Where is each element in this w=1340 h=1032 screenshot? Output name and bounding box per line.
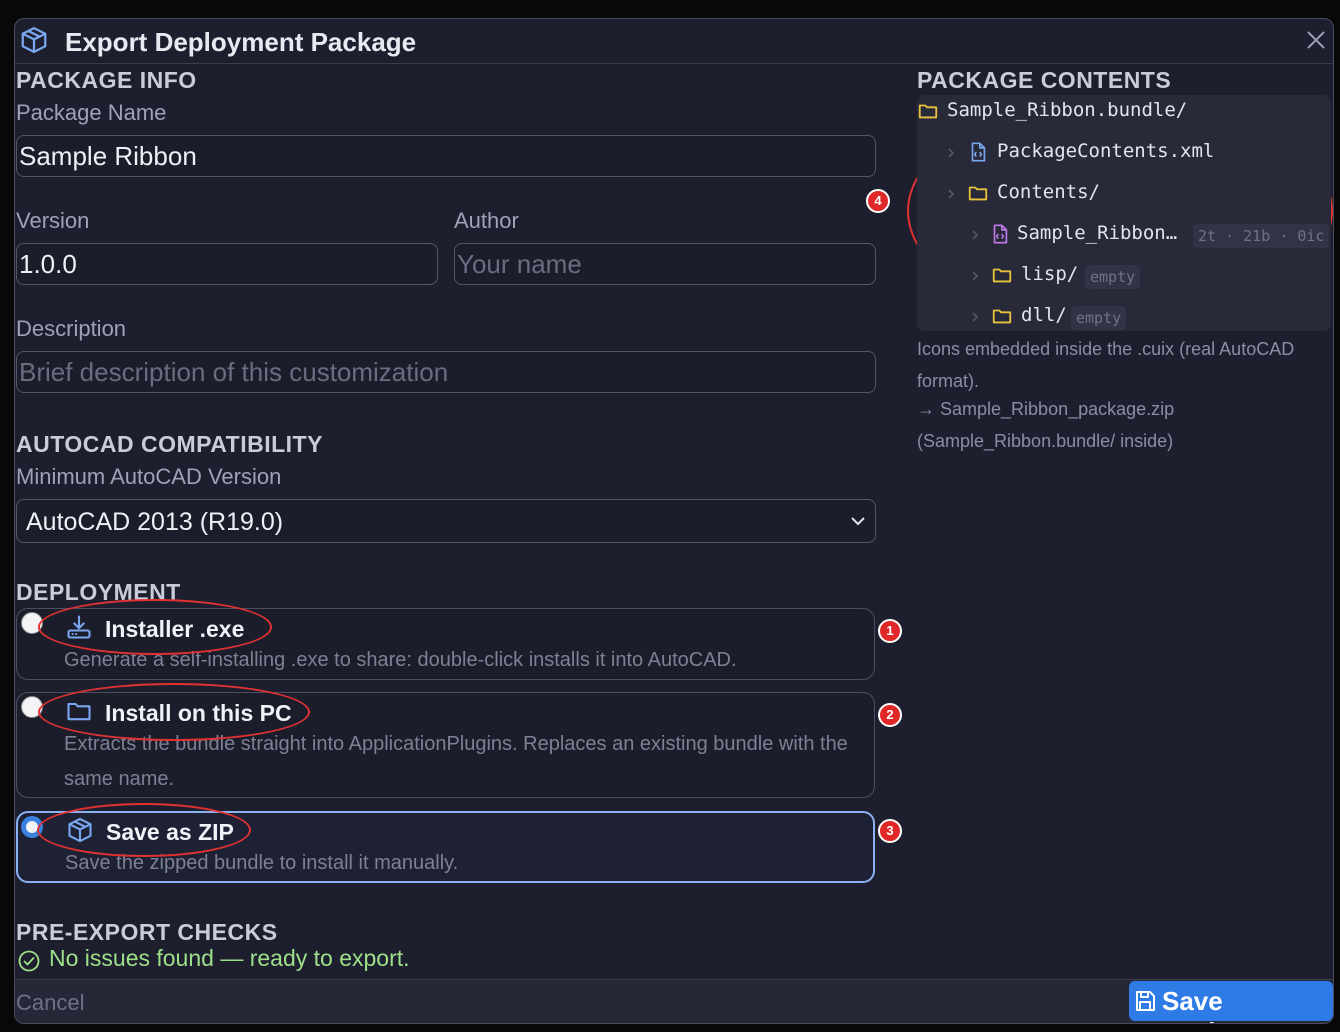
xml-file-icon: [971, 142, 986, 162]
tree-item-name: Sample_Ribbon.bundle/: [947, 99, 1188, 121]
tree-item-name: lisp/: [1021, 263, 1079, 285]
tree-item-name: Contents/: [997, 181, 1100, 203]
annotation-badge-2: 2: [878, 703, 902, 727]
chevron-down-icon: [851, 517, 865, 526]
radio-zip[interactable]: [21, 816, 43, 838]
version-field[interactable]: [16, 243, 438, 285]
tree-item-meta: empty: [1085, 265, 1141, 289]
chevron-right-icon: [948, 148, 955, 158]
folder-icon: [968, 186, 988, 201]
title-bar: Export Deployment Package: [15, 19, 1333, 64]
package-contents-heading: PACKAGE CONTENTS: [917, 67, 1172, 93]
tree-item-meta: 2t · 21b · 0ic: [1193, 224, 1330, 248]
output-note: → Sample_Ribbon_package.zip (Sample_Ribb…: [917, 399, 1175, 451]
version-label: Version: [16, 208, 90, 233]
dialog-footer: Cancel Save Package: [15, 979, 1333, 1023]
deploy-option-description: Extracts the bundle straight into Applic…: [64, 733, 848, 790]
description-input[interactable]: [17, 352, 875, 392]
save-package-button[interactable]: Save Package: [1129, 981, 1333, 1023]
cancel-button[interactable]: Cancel: [16, 990, 84, 1016]
annotation-badge-1: 1: [878, 619, 902, 643]
checks-status: No issues found — ready to export.: [49, 945, 410, 971]
author-input[interactable]: [455, 244, 875, 284]
chevron-right-icon: [948, 189, 955, 199]
save-package-label: Save Package: [1162, 986, 1268, 1023]
deployment-heading: DEPLOYMENT: [16, 579, 181, 605]
folder-icon: [992, 268, 1012, 283]
description-label: Description: [16, 316, 127, 341]
cuix-file-icon: [993, 224, 1008, 244]
deploy-option-title: Save as ZIP: [106, 819, 234, 845]
deploy-option-title: Install on this PC: [105, 700, 292, 726]
dialog-title: Export Deployment Package: [65, 27, 417, 57]
deploy-option-title: Installer .exe: [105, 616, 245, 642]
folder-icon: [918, 104, 938, 119]
checks-heading: PRE-EXPORT CHECKS: [16, 919, 278, 945]
export-dialog: Export Deployment Package PACKAGE INFO P…: [14, 18, 1334, 1024]
deploy-option-exe[interactable]: Installer .exe Generate a self-installin…: [16, 608, 875, 680]
compatibility-heading: AUTOCAD COMPATIBILITY: [16, 431, 323, 457]
folder-icon: [67, 702, 91, 721]
tree-item-name: PackageContents.xml: [997, 140, 1215, 162]
author-field[interactable]: [454, 243, 876, 285]
annotation-badge-3: 3: [878, 819, 902, 843]
package-info-heading: PACKAGE INFO: [16, 67, 197, 93]
chevron-right-icon: [972, 312, 979, 322]
deploy-option-zip[interactable]: Save as ZIP Save the zipped bundle to in…: [16, 811, 875, 883]
version-input[interactable]: [17, 244, 437, 284]
radio-pc[interactable]: [21, 696, 43, 718]
min-version-select[interactable]: AutoCAD 2013 (R19.0): [16, 499, 876, 543]
check-circle-icon: [18, 950, 40, 972]
icons-note: Icons embedded inside the .cuix (real Au…: [917, 339, 1295, 391]
author-label: Author: [454, 208, 519, 233]
annotation-badge-4: 4: [866, 189, 890, 213]
package-icon: [21, 27, 47, 53]
package-name-label: Package Name: [16, 100, 167, 125]
package-tree: Sample_Ribbon.bundle/ PackageContents.xm…: [917, 95, 1331, 331]
min-version-value: AutoCAD 2013 (R19.0): [26, 508, 284, 536]
tree-item-name: dll/: [1021, 304, 1067, 326]
deploy-option-pc[interactable]: Install on this PC Extracts the bundle s…: [16, 692, 875, 798]
tree-item-meta: empty: [1071, 306, 1127, 330]
package-icon: [68, 817, 92, 843]
deploy-option-description: Generate a self-installing .exe to share…: [64, 649, 737, 671]
close-icon[interactable]: [1305, 29, 1327, 51]
floppy-icon: [1136, 991, 1155, 1011]
download-tray-icon: [67, 615, 91, 639]
package-name-input[interactable]: [17, 136, 875, 176]
folder-icon: [992, 309, 1012, 324]
deploy-option-description: Save the zipped bundle to install it man…: [65, 852, 459, 874]
description-field[interactable]: [16, 351, 876, 393]
tree-item-name: Sample_Ribbon…: [1017, 222, 1178, 244]
chevron-right-icon: [972, 271, 979, 281]
min-version-label: Minimum AutoCAD Version: [16, 464, 282, 489]
package-name-field[interactable]: [16, 135, 876, 177]
radio-exe[interactable]: [21, 612, 43, 634]
chevron-right-icon: [972, 230, 979, 240]
